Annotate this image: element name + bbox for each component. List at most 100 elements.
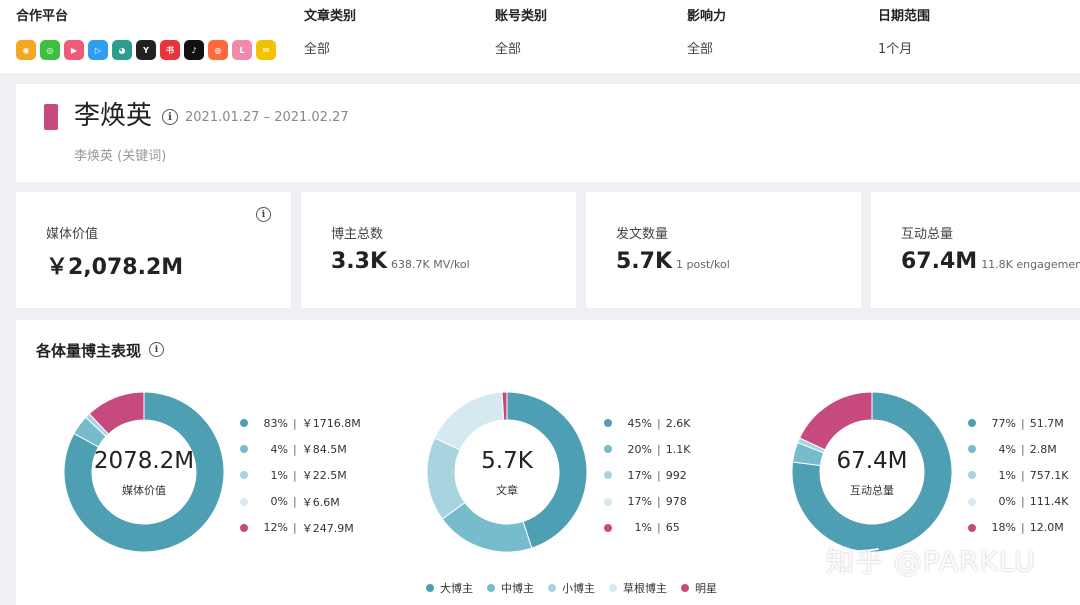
stat-value: 5.7K: [616, 249, 673, 274]
donut-legend-articles: 45% | 2.6K 20% | 1.1K 17% | 992 17% | 978 1% | 65: [604, 410, 690, 541]
xiaohongshu-icon[interactable]: 书: [160, 40, 180, 60]
legend-percent: 4%: [998, 442, 1016, 456]
legend-value: 757.1K: [1029, 468, 1069, 482]
article-type-label: 文章类别: [304, 9, 357, 24]
info-icon[interactable]: i: [149, 342, 164, 357]
tier-legend-label: 中博主: [501, 582, 534, 595]
legend-separator: |: [293, 416, 297, 430]
legend-row: 4% | 2.8M: [968, 436, 1068, 462]
legend-value: ￥84.5M: [301, 443, 347, 457]
legend-row: 0% | ￥6.6M: [240, 489, 361, 515]
legend-percent: 20%: [627, 442, 652, 456]
donut-chart-articles: 5.7K 文章: [427, 392, 587, 552]
legend-value: ￥22.5M: [301, 469, 347, 483]
influence-label: 影响力: [687, 9, 727, 24]
tier-legend-item[interactable]: 小博主: [548, 580, 595, 596]
donut-chart-media-value: 2078.2M 媒体价值: [64, 392, 224, 552]
stat-label: 互动总量: [901, 227, 954, 242]
legend-dot: [681, 584, 689, 592]
legend-separator: |: [1021, 495, 1025, 509]
date-range-label: 日期范围: [878, 9, 931, 24]
donut-center-label: 媒体价值: [122, 484, 166, 497]
donut-legend-media-value: 83% | ￥1716.8M 4% | ￥84.5M 1% | ￥22.5M 0% | ￥6.6M 12…: [240, 410, 361, 541]
info-icon[interactable]: i: [256, 207, 271, 222]
radio-icon[interactable]: ◍: [208, 40, 228, 60]
keyword-title: 李焕英: [74, 101, 153, 131]
account-type-label: 账号类别: [495, 9, 548, 24]
owl-icon[interactable]: ◕: [112, 40, 132, 60]
legend-dot: [240, 523, 248, 532]
tiktok-icon[interactable]: ♪: [184, 40, 204, 60]
legend-dot: [426, 584, 434, 592]
legend-dot: [604, 523, 612, 532]
legend-percent: 12%: [263, 521, 288, 535]
legend-dot: [604, 497, 612, 506]
stat-value: 67.4M: [901, 249, 978, 274]
legend-dot: [487, 584, 495, 592]
legend-percent: 1%: [634, 521, 652, 535]
legend-row: 1% | ￥22.5M: [240, 462, 361, 488]
legend-dot: [240, 497, 248, 506]
legend-separator: |: [293, 442, 297, 456]
legend-percent: 4%: [270, 442, 288, 456]
wechat-icon[interactable]: ◎: [40, 40, 60, 60]
stat-card-media-value: i 媒体价值 ￥2,078.2M: [16, 192, 291, 308]
video-icon[interactable]: ▶: [64, 40, 84, 60]
donut-center-value: 5.7K: [481, 448, 533, 474]
weibo-icon[interactable]: ◉: [16, 40, 36, 60]
legend-value: ￥6.6M: [301, 495, 340, 509]
donut-legend-engagement: 77% | 51.7M 4% | 2.8M 1% | 757.1K 0% | 111.4K 18% | 12…: [968, 410, 1068, 541]
legend-value: 978: [665, 495, 687, 509]
stat-label: 媒体价值: [46, 227, 99, 242]
legend-row: 17% | 992: [604, 462, 690, 488]
date-range-select[interactable]: 1个月: [878, 42, 930, 58]
legend-dot: [968, 523, 976, 532]
article-type-select[interactable]: 全部: [304, 42, 356, 58]
platform-icon-list: ◉ ◎ ▶ ▷ ◕ Y 书 ♪ ◍ L ✉: [16, 40, 276, 60]
legend-percent: 77%: [991, 416, 1016, 430]
play-icon[interactable]: ▷: [88, 40, 108, 60]
y-icon[interactable]: Y: [136, 40, 156, 60]
stat-label: 博主总数: [331, 227, 384, 242]
legend-value: ￥247.9M: [301, 521, 354, 535]
keyword-header-card: 李焕英 i 2021.01.27 – 2021.02.27 李焕英 (关键词): [16, 84, 1080, 182]
tier-legend-item[interactable]: 大博主: [426, 580, 473, 596]
article-type-filter: 文章类别 全部: [304, 8, 356, 58]
stat-card-kol-count: 博主总数 3.3K 638.7K MV/kol: [301, 192, 576, 308]
influence-select[interactable]: 全部: [687, 42, 726, 58]
filter-bar: 合作平台 ◉ ◎ ▶ ▷ ◕ Y 书 ♪ ◍ L ✉ 文章类别 全部 账号类别 全部 影响力 全部 …: [0, 0, 1080, 75]
legend-dot: [604, 445, 612, 454]
tier-legend-label: 小博主: [562, 582, 595, 595]
legend-separator: |: [1021, 468, 1025, 482]
legend-separator: |: [657, 442, 661, 456]
legend-value: ￥1716.8M: [301, 417, 361, 431]
legend-percent: 1%: [270, 468, 288, 482]
legend-row: 0% | 111.4K: [968, 489, 1068, 515]
legend-dot: [968, 497, 976, 506]
section-title: 各体量博主表现: [36, 342, 142, 360]
stat-value: ￥2,078.2M: [46, 255, 184, 280]
stat-card-engagement: 互动总量 67.4M11.8K engagement/post: [871, 192, 1080, 308]
mail-icon[interactable]: ✉: [256, 40, 276, 60]
legend-percent: 45%: [627, 416, 652, 430]
legend-value: 1.1K: [665, 442, 691, 456]
legend-separator: |: [1021, 442, 1025, 456]
legend-separator: |: [657, 495, 661, 509]
donut-center-label: 文章: [496, 484, 518, 497]
legend-separator: |: [657, 416, 661, 430]
tier-legend-item[interactable]: 草根博主: [609, 580, 667, 596]
legend-percent: 83%: [263, 416, 288, 430]
platform-filter: 合作平台: [16, 8, 68, 26]
legend-separator: |: [657, 468, 661, 482]
lala-icon[interactable]: L: [232, 40, 252, 60]
tier-legend-item[interactable]: 明星: [681, 580, 717, 596]
tier-legend-label: 草根博主: [623, 582, 667, 595]
info-icon[interactable]: i: [162, 109, 178, 125]
influence-filter: 影响力 全部: [687, 8, 726, 58]
account-type-select[interactable]: 全部: [495, 42, 547, 58]
platform-filter-label: 合作平台: [16, 9, 69, 24]
legend-dot: [604, 419, 612, 428]
tier-legend-item[interactable]: 中博主: [487, 580, 534, 596]
legend-dot: [968, 471, 976, 480]
legend-row: 45% | 2.6K: [604, 410, 690, 436]
